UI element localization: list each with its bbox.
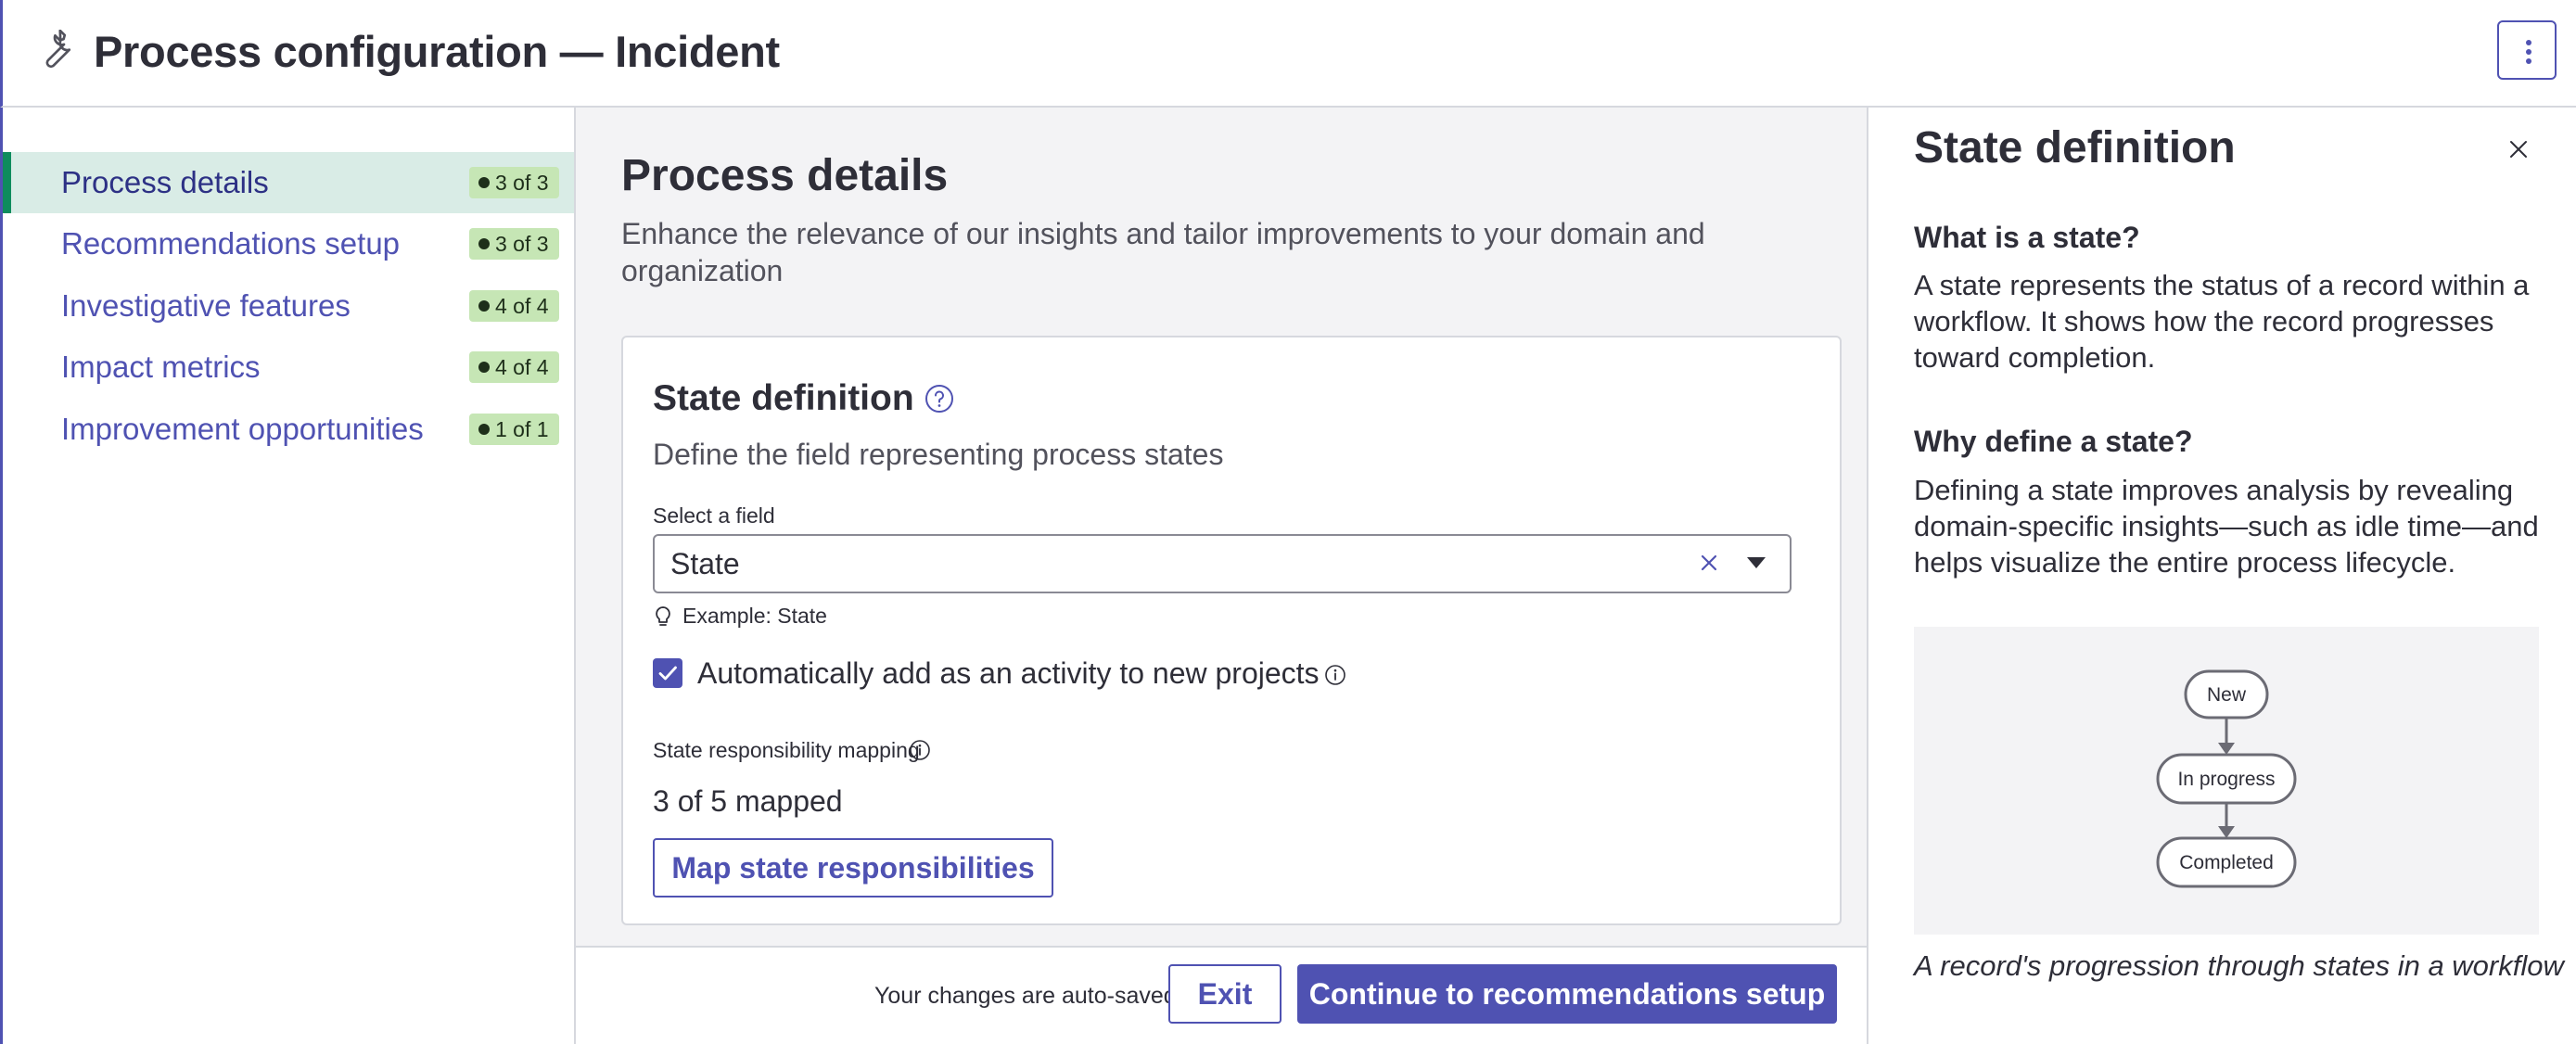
mapping-label: State responsibility mapping: [653, 738, 920, 762]
mapping-count: 3 of 5 mapped: [653, 784, 843, 818]
state-definition-card: State definition Define the field repres…: [621, 336, 1842, 925]
panel-question-what: What is a state?: [1914, 221, 2140, 254]
action-footer: Your changes are auto-saved Exit Continu…: [576, 946, 1867, 1044]
status-badge: 1 of 1: [469, 414, 559, 445]
map-state-responsibilities-button[interactable]: Map state responsibilities: [653, 838, 1053, 898]
info-icon[interactable]: [1324, 664, 1346, 686]
help-icon[interactable]: [925, 384, 954, 414]
checkbox-label[interactable]: Automatically add as an activity to new …: [697, 651, 1320, 695]
page-title: Process configuration — Incident: [94, 27, 780, 76]
status-badge: 3 of 3: [469, 228, 559, 260]
state-node-label: New: [2207, 684, 2247, 706]
sidebar-item-label: Investigative features: [61, 288, 351, 323]
sidebar-item-process-details[interactable]: Process details 3 of 3: [3, 152, 574, 213]
state-flow-diagram: New In progress Completed: [1914, 627, 2539, 935]
panel-answer-why: Defining a state improves analysis by re…: [1914, 474, 2539, 579]
main-content: Process details Enhance the relevance of…: [576, 108, 1868, 1044]
state-node-in-progress: In progress: [2156, 753, 2297, 805]
sidebar-item-investigative-features[interactable]: Investigative features 4 of 4: [3, 275, 574, 337]
hint-text: Example: State: [682, 604, 827, 628]
card-subtitle: Define the field representing process st…: [653, 438, 1224, 471]
panel-answer-what: A state represents the status of a recor…: [1914, 269, 2530, 374]
more-options-button[interactable]: [2497, 20, 2557, 80]
chevron-down-icon[interactable]: [1747, 557, 1766, 568]
sidebar-item-label: Recommendations setup: [61, 226, 401, 261]
sidebar-item-improvement-opportunities[interactable]: Improvement opportunities 1 of 1: [3, 399, 574, 460]
clear-icon[interactable]: [1695, 549, 1723, 577]
state-node-label: Completed: [2179, 852, 2274, 873]
sidebar-item-label: Impact metrics: [61, 350, 261, 384]
select-value: State: [670, 547, 740, 580]
status-badge: 4 of 4: [469, 351, 559, 383]
state-node-label: In progress: [2177, 769, 2275, 790]
sidebar-item-impact-metrics[interactable]: Impact metrics 4 of 4: [3, 337, 574, 398]
sidebar-item-label: Improvement opportunities: [61, 412, 424, 446]
more-vertical-icon: [2526, 40, 2531, 45]
card-title: State definition: [653, 378, 914, 418]
close-icon[interactable]: [2505, 135, 2532, 163]
arrow-down-icon: [2218, 743, 2235, 755]
state-field-select[interactable]: State: [653, 534, 1792, 593]
field-label: Select a field: [653, 503, 775, 528]
status-badge: 3 of 3: [469, 167, 559, 198]
figure-caption: A record's progression through states in…: [1914, 949, 2564, 982]
sidebar-item-recommendations-setup[interactable]: Recommendations setup 3 of 3: [3, 213, 574, 274]
continue-button[interactable]: Continue to recommendations setup: [1297, 964, 1837, 1024]
lightbulb-icon: [656, 606, 670, 626]
section-title: Process details: [621, 151, 949, 200]
state-node-new: New: [2184, 669, 2269, 719]
sidebar-item-label: Process details: [61, 165, 269, 199]
state-flow-svg: New In progress Completed: [2156, 669, 2297, 888]
panel-title: State definition: [1914, 123, 2236, 172]
exit-button[interactable]: Exit: [1168, 964, 1282, 1024]
checkmark-icon: [658, 666, 677, 681]
wrench-icon: [45, 30, 71, 69]
help-panel: State definition What is a state? A stat…: [1868, 108, 2576, 1044]
section-description: Enhance the relevance of our insights an…: [621, 217, 1705, 287]
arrow-down-icon: [2218, 826, 2235, 838]
autosave-status: Your changes are auto-saved: [874, 983, 1177, 1009]
step-sidebar: Process details 3 of 3 Recommendations s…: [0, 108, 576, 1044]
status-badge: 4 of 4: [469, 290, 559, 322]
app-header: Process configuration — Incident: [0, 0, 2576, 108]
state-node-completed: Completed: [2156, 836, 2297, 888]
auto-add-checkbox[interactable]: [653, 658, 682, 688]
panel-question-why: Why define a state?: [1914, 425, 2193, 458]
info-icon[interactable]: [909, 739, 931, 761]
